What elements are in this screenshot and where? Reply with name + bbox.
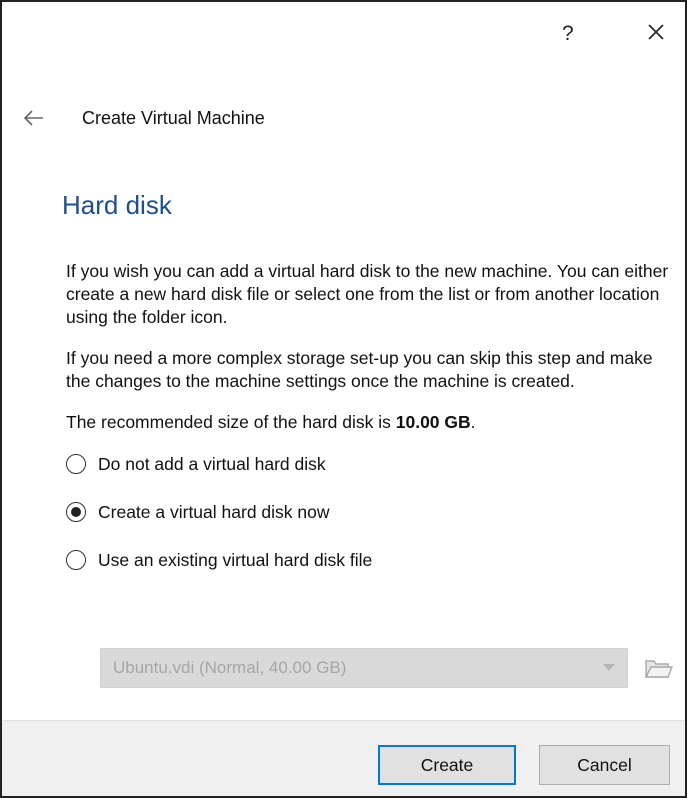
recommended-size-value: 10.00 GB (395, 412, 471, 432)
page-content: If you wish you can add a virtual hard d… (66, 260, 672, 596)
existing-disk-value: Ubuntu.vdi (Normal, 40.00 GB) (113, 658, 347, 677)
radio-label: Create a virtual hard disk now (98, 501, 330, 522)
radio-label: Use an existing virtual hard disk file (98, 549, 373, 570)
create-vm-dialog: ? Create Virtual Machine Hard disk If yo… (0, 0, 687, 798)
wizard-nav: Create Virtual Machine (22, 106, 265, 130)
back-arrow-icon[interactable] (22, 106, 46, 130)
wizard-title: Create Virtual Machine (82, 107, 265, 128)
radio-button[interactable] (66, 454, 86, 474)
existing-disk-row: Ubuntu.vdi (Normal, 40.00 GB) (100, 648, 674, 688)
page-heading: Hard disk (62, 190, 172, 220)
intro-paragraph: If you wish you can add a virtual hard d… (66, 261, 669, 327)
recommended-suffix: . (470, 412, 476, 432)
radio-create-disk[interactable]: Create a virtual hard disk now (66, 500, 672, 524)
radio-label: Do not add a virtual hard disk (98, 453, 326, 474)
dialog-footer: Create Cancel (2, 720, 685, 796)
radio-button-checked[interactable] (66, 502, 86, 522)
existing-disk-select[interactable]: Ubuntu.vdi (Normal, 40.00 GB) (100, 648, 628, 688)
radio-existing-disk[interactable]: Use an existing virtual hard disk file (66, 548, 672, 572)
create-button[interactable]: Create (378, 745, 516, 785)
radio-button[interactable] (66, 550, 86, 570)
radio-no-disk[interactable]: Do not add a virtual hard disk (66, 452, 672, 476)
cancel-button[interactable]: Cancel (539, 745, 670, 785)
radio-dot-icon (71, 507, 81, 517)
chevron-down-icon (603, 664, 615, 671)
help-button[interactable]: ? (562, 22, 574, 46)
recommended-size-text: The recommended size of the hard disk is… (66, 411, 672, 434)
storage-paragraph: If you need a more complex storage set-u… (66, 348, 653, 391)
folder-icon[interactable] (642, 652, 674, 684)
recommended-prefix: The recommended size of the hard disk is (66, 412, 396, 432)
close-icon[interactable] (642, 18, 670, 46)
